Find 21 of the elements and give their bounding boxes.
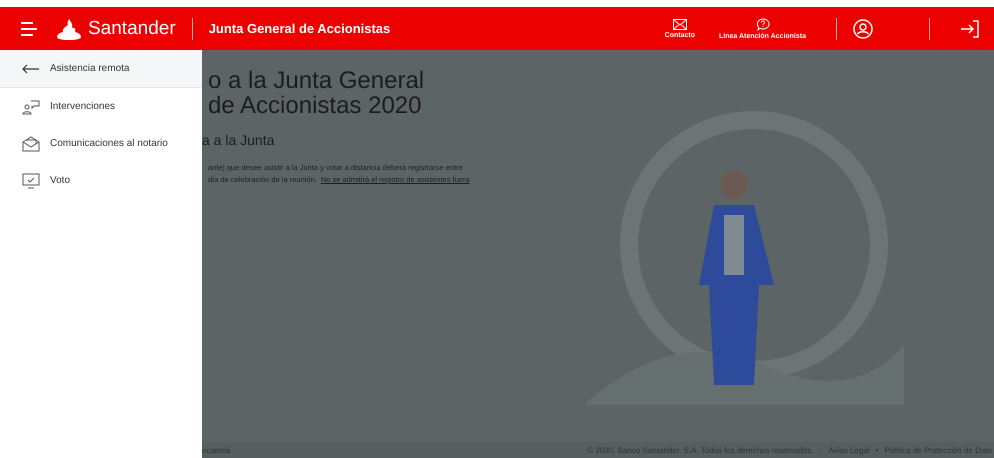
page-title: o a la Junta General: [208, 68, 426, 93]
brand-name: Santander: [88, 18, 176, 40]
flame-logo-icon: [56, 18, 82, 40]
mail-icon: [22, 136, 40, 152]
menu-item[interactable]: Comunicaciones al notario: [0, 125, 202, 162]
menu-item[interactable]: Intervenciones: [0, 88, 202, 125]
header-title: Junta General de Accionistas: [208, 21, 390, 36]
logout-icon[interactable]: [960, 18, 980, 38]
user-icon[interactable]: [853, 18, 873, 38]
menu-item[interactable]: Asistencia remota: [0, 50, 202, 88]
separator-text: -: [820, 446, 822, 454]
separator-text: •: [876, 446, 878, 454]
page-title: de Accionistas 2020: [208, 93, 422, 118]
menu-icon[interactable]: [20, 22, 38, 36]
question-bubble-icon: [756, 18, 770, 30]
back-arrow-icon: [22, 64, 40, 74]
envelope-icon: [672, 18, 687, 30]
section-heading: a a la Junta: [202, 132, 276, 148]
speaker-icon: [22, 98, 40, 114]
menu-item[interactable]: Voto: [0, 162, 202, 199]
monitor-check-icon: [22, 172, 40, 188]
